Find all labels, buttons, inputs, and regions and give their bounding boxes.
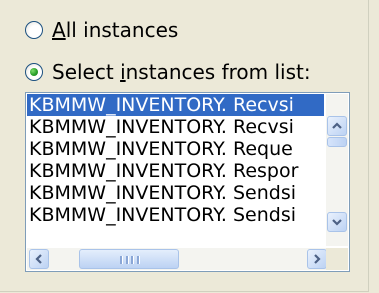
select-from-list-label-before: Select [52,60,121,84]
all-instances-radio[interactable] [25,21,43,39]
list-item[interactable]: KBMMW_INVENTORY. Recvsi [27,94,324,116]
scrollbar-corner [326,248,348,270]
all-instances-label: All instances [52,18,178,42]
list-item[interactable]: KBMMW_INVENTORY. Sendsi [27,204,324,226]
select-from-list-label-after: nstances from list: [125,60,311,84]
vertical-scrollbar[interactable] [326,94,348,246]
radio-selected-dot [30,68,38,76]
all-instances-label-rest: ll instances [65,18,179,42]
select-from-list-option[interactable]: Select instances from list: [25,59,311,85]
scroll-up-button[interactable] [327,116,347,136]
scroll-grip [120,256,140,264]
list-item[interactable]: KBMMW_INVENTORY. Sendsi [27,182,324,204]
instances-panel: All instances Select instances from list… [0,0,379,293]
all-instances-option[interactable]: All instances [25,17,178,43]
scroll-right-button[interactable] [307,249,327,269]
chevron-right-icon [314,254,321,264]
list-item[interactable]: KBMMW_INVENTORY. Recvsi [27,116,324,138]
chevron-down-icon [332,219,342,226]
select-from-list-label: Select instances from list: [52,60,311,84]
scroll-left-button[interactable] [29,249,49,269]
instances-list[interactable]: KBMMW_INVENTORY. Recvsi KBMMW_INVENTORY.… [27,94,324,246]
vertical-scroll-thumb[interactable] [327,137,347,147]
chevron-left-icon [35,254,42,264]
scroll-down-button[interactable] [327,212,347,232]
instances-listbox[interactable]: KBMMW_INVENTORY. Recvsi KBMMW_INVENTORY.… [25,92,350,272]
all-instances-mnemonic: A [52,18,66,42]
horizontal-scrollbar[interactable] [27,248,348,270]
select-from-list-radio[interactable] [25,63,43,81]
list-item[interactable]: KBMMW_INVENTORY. Respor [27,160,324,182]
chevron-up-icon [332,122,342,129]
horizontal-scroll-thumb[interactable] [79,249,179,269]
list-item[interactable]: KBMMW_INVENTORY. Reque [27,138,324,160]
